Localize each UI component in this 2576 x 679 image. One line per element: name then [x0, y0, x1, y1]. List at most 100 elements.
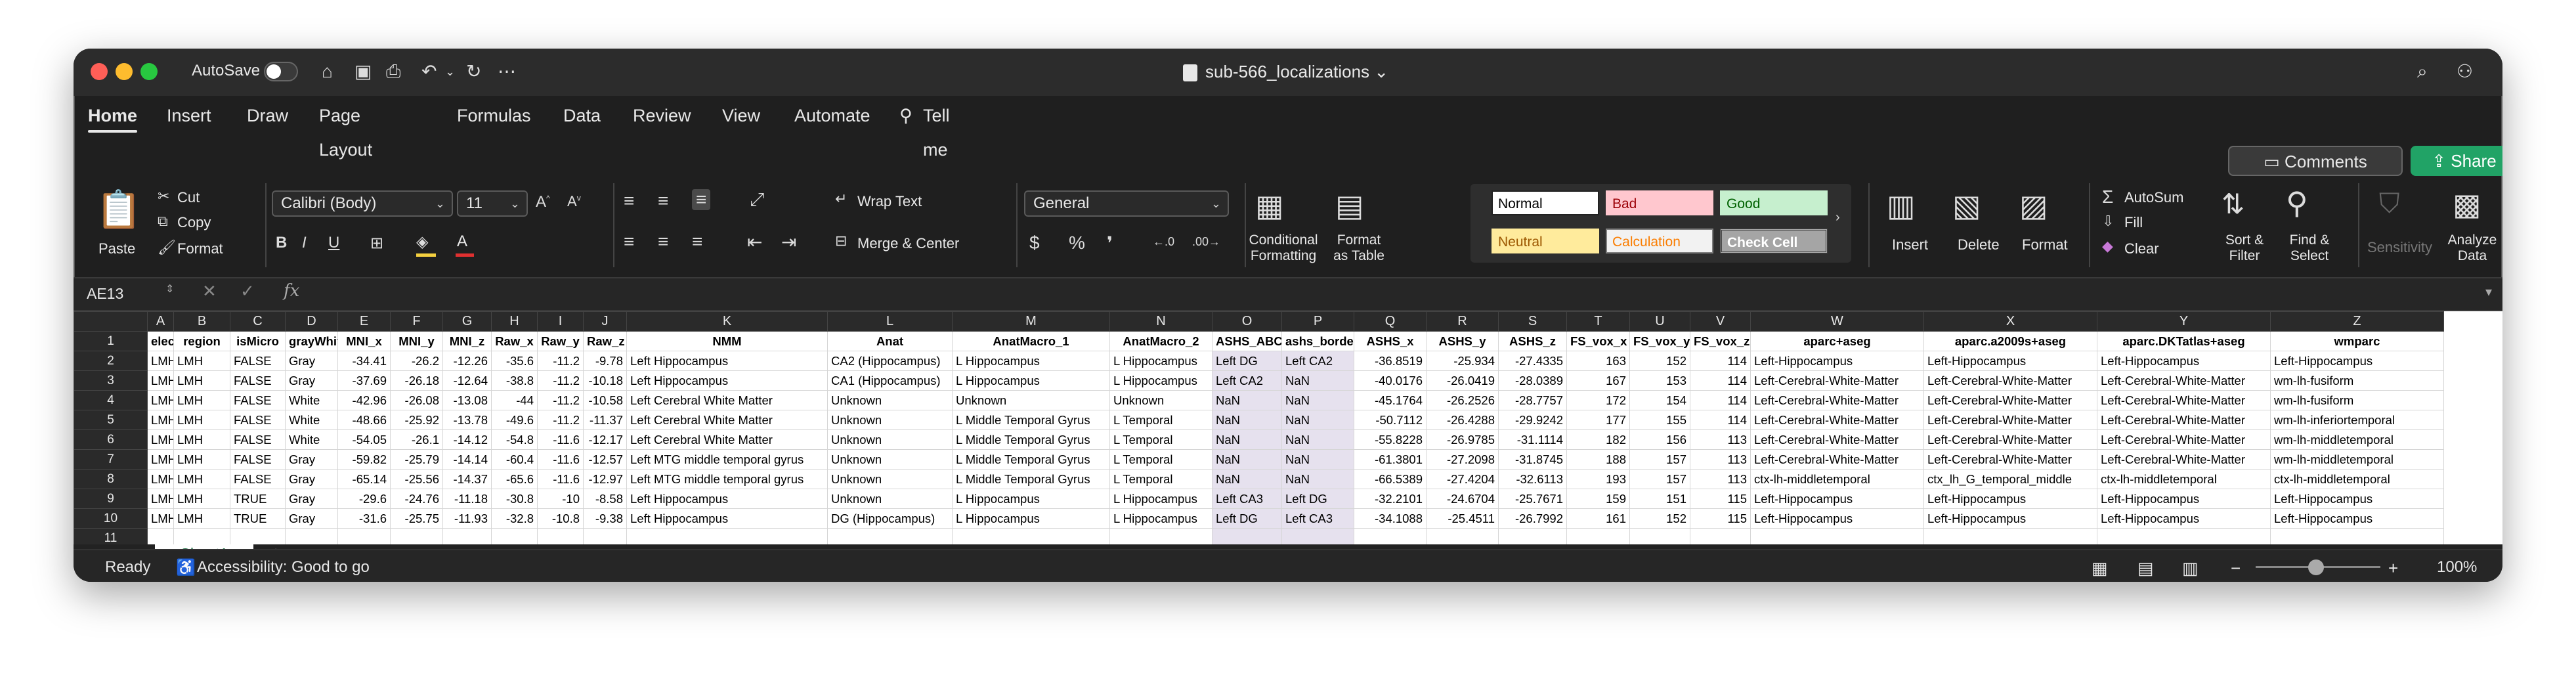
cell-C7[interactable]: FALSE: [230, 449, 286, 470]
delete-cells-button[interactable]: Delete: [1958, 236, 2000, 253]
increase-indent-icon[interactable]: ⇥: [781, 231, 796, 253]
paste-label[interactable]: Paste: [98, 240, 135, 257]
cell-X9[interactable]: Left-Hippocampus: [1923, 489, 2097, 509]
search-icon[interactable]: ⌕: [2417, 60, 2428, 83]
cell-C4[interactable]: FALSE: [230, 390, 286, 410]
cell-M2[interactable]: L Hippocampus: [952, 351, 1110, 371]
cell-E6[interactable]: -54.05: [337, 429, 391, 450]
cell-L9[interactable]: Unknown: [827, 489, 953, 509]
cell-K6[interactable]: Left Cerebral White Matter: [626, 429, 828, 450]
cell-V11[interactable]: [1690, 528, 1751, 544]
format-cells-icon[interactable]: ▨: [2019, 188, 2048, 223]
cell-N10[interactable]: L Hippocampus: [1109, 508, 1213, 529]
cell-L11[interactable]: [827, 528, 953, 544]
column-header-U[interactable]: U: [1629, 311, 1690, 332]
select-all-corner[interactable]: [74, 311, 148, 332]
cell-L1[interactable]: Anat: [827, 331, 953, 351]
cell-O1[interactable]: ASHS_ABC: [1212, 331, 1282, 351]
enter-icon[interactable]: ✓: [240, 281, 255, 301]
cell-D11[interactable]: [285, 528, 338, 544]
cell-U7[interactable]: 157: [1629, 449, 1690, 470]
column-header-C[interactable]: C: [230, 311, 286, 332]
column-header-V[interactable]: V: [1690, 311, 1751, 332]
column-header-L[interactable]: L: [827, 311, 953, 332]
tab-formulas[interactable]: Formulas: [457, 99, 531, 133]
cell-W10[interactable]: Left-Hippocampus: [1750, 508, 1924, 529]
cell-R1[interactable]: ASHS_y: [1426, 331, 1499, 351]
copy-button[interactable]: Copy: [177, 214, 211, 231]
conditional-formatting-button[interactable]: Conditional Formatting: [1247, 232, 1320, 264]
cell-H1[interactable]: Raw_x: [491, 331, 538, 351]
cell-E4[interactable]: -42.96: [337, 390, 391, 410]
cell-P9[interactable]: Left DG: [1281, 489, 1354, 509]
analyze-data-button[interactable]: Analyze Data: [2445, 232, 2500, 264]
cell-W7[interactable]: Left-Cerebral-White-Matter: [1750, 449, 1924, 470]
percent-icon[interactable]: %: [1069, 232, 1085, 253]
cell-N6[interactable]: L Temporal: [1109, 429, 1213, 450]
cell-V7[interactable]: 113: [1690, 449, 1751, 470]
cell-J2[interactable]: -9.78: [583, 351, 627, 371]
cell-K10[interactable]: Left Hippocampus: [626, 508, 828, 529]
sort-filter-icon[interactable]: ⇅: [2222, 188, 2244, 220]
zoom-out-icon[interactable]: −: [2231, 558, 2241, 579]
cell-E10[interactable]: -31.6: [337, 508, 391, 529]
column-header-Z[interactable]: Z: [2270, 311, 2444, 332]
cell-Y5[interactable]: Left-Cerebral-White-Matter: [2097, 410, 2271, 430]
cell-A4[interactable]: LMH-3: [147, 390, 174, 410]
cell-F9[interactable]: -24.76: [390, 489, 443, 509]
cell-V5[interactable]: 114: [1690, 410, 1751, 430]
cell-C2[interactable]: FALSE: [230, 351, 286, 371]
cell-K7[interactable]: Left MTG middle temporal gyrus: [626, 449, 828, 470]
format-as-table-button[interactable]: Format as Table: [1329, 232, 1389, 264]
cell-N3[interactable]: L Hippocampus: [1109, 370, 1213, 391]
row-header[interactable]: 7: [74, 449, 148, 470]
cell-Q4[interactable]: -45.1764: [1354, 390, 1427, 410]
cell-R2[interactable]: -25.934: [1426, 351, 1499, 371]
column-header-Y[interactable]: Y: [2097, 311, 2271, 332]
cell-H7[interactable]: -60.4: [491, 449, 538, 470]
save-icon[interactable]: ▣: [354, 60, 372, 83]
decrease-decimal-icon[interactable]: .00→: [1192, 235, 1220, 249]
cell-T10[interactable]: 161: [1566, 508, 1630, 529]
cell-S7[interactable]: -31.8745: [1498, 449, 1567, 470]
cell-R4[interactable]: -26.2526: [1426, 390, 1499, 410]
cell-G9[interactable]: -11.18: [442, 489, 492, 509]
cell-E5[interactable]: -48.66: [337, 410, 391, 430]
cell-O6[interactable]: NaN: [1212, 429, 1282, 450]
cell-H2[interactable]: -35.6: [491, 351, 538, 371]
cell-O7[interactable]: NaN: [1212, 449, 1282, 470]
cell-C5[interactable]: FALSE: [230, 410, 286, 430]
find-select-icon[interactable]: ⚲: [2286, 185, 2308, 221]
cell-C9[interactable]: TRUE: [230, 489, 286, 509]
cell-G6[interactable]: -14.12: [442, 429, 492, 450]
orientation-icon[interactable]: ⤢: [750, 189, 764, 211]
tab-insert[interactable]: Insert: [167, 99, 211, 133]
cell-K8[interactable]: Left MTG middle temporal gyrus: [626, 469, 828, 489]
cell-Z3[interactable]: wm-lh-fusiform: [2270, 370, 2444, 391]
cell-T4[interactable]: 172: [1566, 390, 1630, 410]
cell-O11[interactable]: [1212, 528, 1282, 544]
tell-me-icon[interactable]: ⚲: [899, 99, 912, 133]
row-header[interactable]: 2: [74, 351, 148, 371]
cell-B10[interactable]: LMH: [173, 508, 230, 529]
cell-Q2[interactable]: -36.8519: [1354, 351, 1427, 371]
cell-L10[interactable]: DG (Hippocampus): [827, 508, 953, 529]
cell-X10[interactable]: Left-Hippocampus: [1923, 508, 2097, 529]
increase-decimal-icon[interactable]: ←.0: [1153, 235, 1174, 249]
cell-B9[interactable]: LMH: [173, 489, 230, 509]
cell-W2[interactable]: Left-Hippocampus: [1750, 351, 1924, 371]
delete-cells-icon[interactable]: ▧: [1952, 188, 1981, 223]
name-box[interactable]: AE13: [87, 281, 211, 306]
cell-J9[interactable]: -8.58: [583, 489, 627, 509]
redo-icon[interactable]: ↻: [466, 60, 481, 83]
formula-input[interactable]: [323, 281, 2476, 306]
accessibility-icon[interactable]: ♿: [176, 558, 196, 577]
cell-Q3[interactable]: -40.0176: [1354, 370, 1427, 391]
align-bottom-icon[interactable]: ≡: [692, 189, 711, 210]
cell-F7[interactable]: -25.79: [390, 449, 443, 470]
cell-B1[interactable]: region: [173, 331, 230, 351]
cell-A5[interactable]: LMH-4: [147, 410, 174, 430]
cell-H10[interactable]: -32.8: [491, 508, 538, 529]
cell-X5[interactable]: Left-Cerebral-White-Matter: [1923, 410, 2097, 430]
cell-I5[interactable]: -11.2: [537, 410, 584, 430]
